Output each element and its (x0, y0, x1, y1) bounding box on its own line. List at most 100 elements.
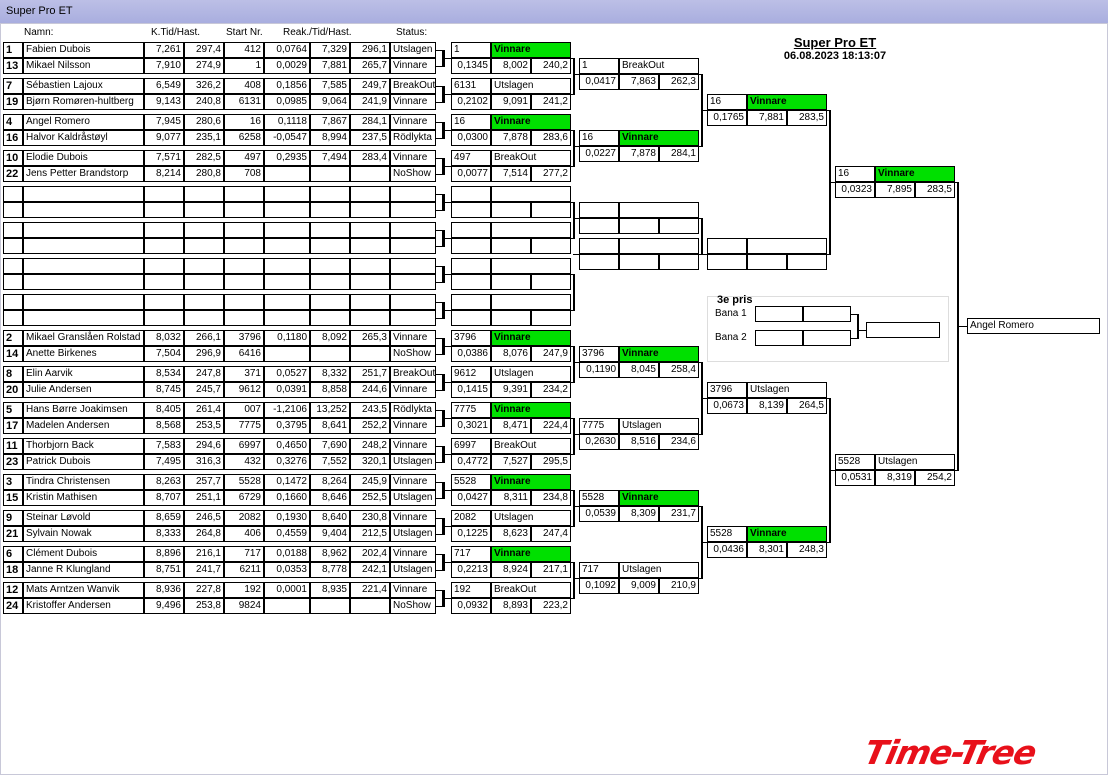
match-time: 8,076 (491, 346, 531, 362)
driver-r-cell: 0,0527 (264, 366, 310, 382)
driver-r-cell: 0,3795 (264, 418, 310, 434)
driver-name-cell: Kristoffer Andersen (23, 598, 144, 614)
match-speed (531, 238, 571, 254)
driver-s-cell (224, 294, 264, 310)
driver-h-cell (184, 238, 224, 254)
driver-sp-cell: 249,7 (350, 78, 390, 94)
driver-name-cell: Elodie Dubois (23, 150, 144, 166)
driver-sp-cell: 284,1 (350, 114, 390, 130)
driver-t-cell: 13,252 (310, 402, 350, 418)
match-status: BreakOut (491, 582, 571, 598)
driver-sp-cell: 241,9 (350, 94, 390, 110)
bracket-line (442, 58, 451, 59)
match-time: 8,045 (619, 362, 659, 378)
match-reaction: 0,0386 (451, 346, 491, 362)
driver-t-cell: 9,064 (310, 94, 350, 110)
match-status: Vinnare (747, 526, 827, 542)
driver-t-cell: 7,867 (310, 114, 350, 130)
driver-h-cell: 280,8 (184, 166, 224, 182)
driver-n-cell: 12 (3, 582, 23, 598)
match-time (491, 238, 531, 254)
bracket-line (573, 202, 575, 239)
match-status: Utslagen (875, 454, 955, 470)
match-speed (659, 254, 699, 270)
match-start-no (451, 258, 491, 274)
driver-r-cell (264, 294, 310, 310)
bracket-line (442, 346, 451, 347)
driver-h-cell: 253,5 (184, 418, 224, 434)
driver-sp-cell: 221,4 (350, 582, 390, 598)
match-reaction: 0,0077 (451, 166, 491, 182)
match-status: Vinnare (491, 114, 571, 130)
driver-s-cell: 007 (224, 402, 264, 418)
driver-s-cell: 6131 (224, 94, 264, 110)
driver-k-cell: 7,504 (144, 346, 184, 362)
match-start-no (451, 222, 491, 238)
driver-k-cell (144, 310, 184, 326)
match-speed: 284,1 (659, 146, 699, 162)
match-start-no (579, 238, 619, 254)
driver-st-cell: NoShow (390, 346, 436, 362)
match-status: Utslagen (491, 366, 571, 382)
driver-h-cell: 296,9 (184, 346, 224, 362)
driver-r-cell (264, 346, 310, 362)
header-start: Start Nr. (226, 27, 263, 38)
driver-t-cell (310, 294, 350, 310)
match-time: 8,301 (747, 542, 787, 558)
header-name: Namn: (24, 27, 54, 38)
bracket-line (442, 166, 451, 167)
match-start-no: 3796 (451, 330, 491, 346)
third-lane1-a[interactable] (755, 306, 803, 322)
match-reaction: 0,4772 (451, 454, 491, 470)
match-status: Utslagen (491, 510, 571, 526)
match-time: 8,893 (491, 598, 531, 614)
driver-k-cell: 9,496 (144, 598, 184, 614)
match-start-no: 1 (579, 58, 619, 74)
driver-sp-cell (350, 186, 390, 202)
bracket-line (957, 326, 967, 327)
match-speed: 277,2 (531, 166, 571, 182)
driver-s-cell: 497 (224, 150, 264, 166)
driver-name-cell (23, 186, 144, 202)
driver-name-cell (23, 310, 144, 326)
driver-n-cell: 5 (3, 402, 23, 418)
driver-t-cell (310, 346, 350, 362)
match-time: 8,139 (747, 398, 787, 414)
third-lane2-a[interactable] (755, 330, 803, 346)
match-time (491, 202, 531, 218)
driver-s-cell: 1 (224, 58, 264, 74)
driver-st-cell: NoShow (390, 598, 436, 614)
match-speed: 241,2 (531, 94, 571, 110)
match-start-no: 5528 (579, 490, 619, 506)
driver-sp-cell (350, 202, 390, 218)
driver-n-cell: 10 (3, 150, 23, 166)
driver-n-cell (3, 294, 23, 310)
match-speed: 224,4 (531, 418, 571, 434)
match-status (491, 294, 571, 310)
driver-r-cell: 0,1118 (264, 114, 310, 130)
driver-sp-cell: 245,9 (350, 474, 390, 490)
driver-n-cell: 17 (3, 418, 23, 434)
match-speed (787, 254, 827, 270)
driver-st-cell (390, 294, 436, 310)
match-time (747, 254, 787, 270)
event-title: Super Pro ET (793, 35, 877, 50)
match-start-no: 5528 (707, 526, 747, 542)
driver-r-cell: 0,1180 (264, 330, 310, 346)
driver-st-cell (390, 238, 436, 254)
match-status: Utslagen (491, 78, 571, 94)
match-speed: 258,4 (659, 362, 699, 378)
match-start-no: 717 (451, 546, 491, 562)
match-reaction: 0,3021 (451, 418, 491, 434)
driver-h-cell (184, 202, 224, 218)
driver-st-cell: BreakOut (390, 366, 436, 382)
driver-k-cell: 8,032 (144, 330, 184, 346)
match-reaction: 0,0531 (835, 470, 875, 486)
driver-st-cell: Vinnare (390, 382, 436, 398)
match-reaction: 0,2102 (451, 94, 491, 110)
match-status: Vinnare (491, 546, 571, 562)
driver-name-cell: Bjørn Romøren-hultberg (23, 94, 144, 110)
bracket-line (442, 310, 451, 311)
match-speed: 283,6 (531, 130, 571, 146)
bracket-line (442, 562, 451, 563)
